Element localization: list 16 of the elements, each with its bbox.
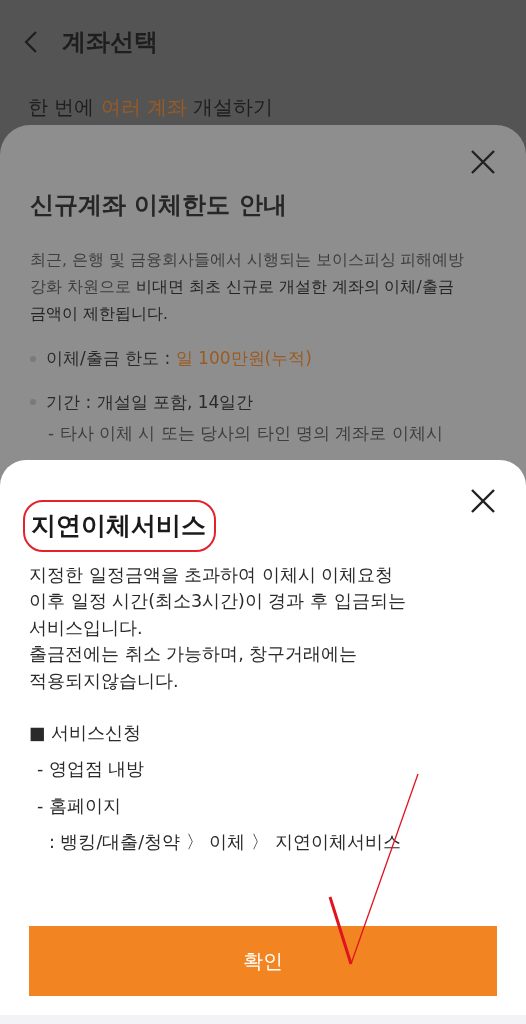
description-text: 최근, 은행 및 금융회사들에서 시행되는 보이스피싱 피해예방 강화 차원으로 비대면 최초 신규로 개설한 계좌의 이체/출금 금액이 제한됩니다. — [30, 250, 466, 325]
limit-text: 기간 : 개설일 포함, 14일간 — [46, 390, 254, 414]
description-line: 적용되지않습니다. — [29, 669, 180, 693]
dialog-title: 신규계좌 이체한도 안내 — [30, 190, 288, 221]
limit-text: 이체/출금 한도 : 일 100만원(누적) — [46, 347, 312, 370]
list-item: - 홈페이지 — [36, 794, 122, 818]
section-heading: ■ 서비스신청 — [29, 722, 143, 745]
dialog-title: 지연이체서비스 — [23, 500, 216, 552]
description-line: 이후 일정 시간(최소3시간)이 경과 후 입금되는 — [29, 590, 407, 613]
description-line: 지정한 일정금액을 초과하여 이체시 이체요청 — [29, 563, 395, 587]
confirm-button[interactable]: 확인 — [29, 926, 497, 996]
list-item: - 영업점 내방 — [36, 758, 146, 782]
close-icon[interactable] — [470, 488, 496, 514]
description-line: 서비스입니다. — [29, 616, 144, 640]
description-line: 출금전에는 취소 가능하며, 창구거래에는 — [29, 643, 359, 666]
note-text: - 타사 이체 시 또는 당사의 타인 명의 계좌로 이체시 — [48, 422, 444, 445]
